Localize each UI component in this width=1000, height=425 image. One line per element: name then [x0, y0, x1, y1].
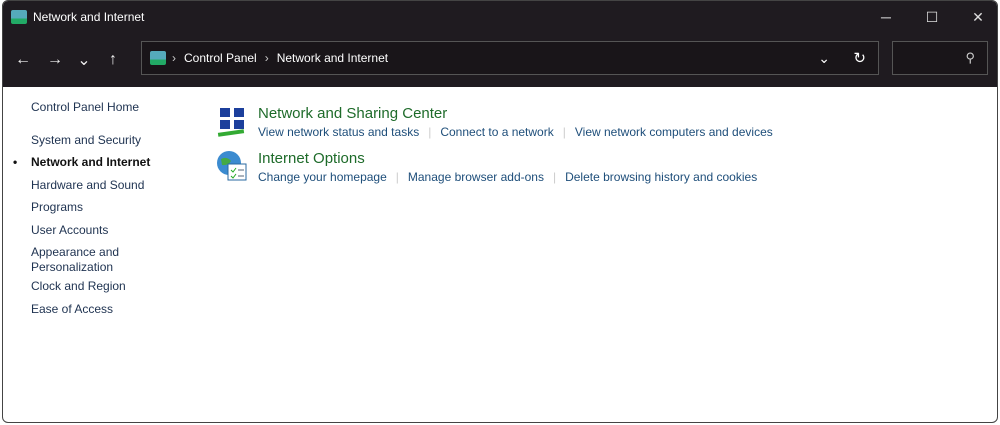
sidebar-item-ease-of-access[interactable]: Ease of Access: [31, 302, 150, 325]
chevron-right-icon: ›: [172, 51, 176, 65]
change-homepage-link[interactable]: Change your homepage: [258, 170, 387, 184]
sidebar-item-appearance[interactable]: Appearance and Personalization: [31, 245, 131, 279]
view-network-computers-link[interactable]: View network computers and devices: [575, 125, 773, 139]
category-internet-options: Internet Options Change your homepage | Ma…: [216, 150, 757, 184]
sidebar-item-hardware-and-sound[interactable]: Hardware and Sound: [31, 178, 150, 201]
sidebar-item-system-and-security[interactable]: System and Security: [31, 133, 150, 156]
network-and-sharing-center-link[interactable]: Network and Sharing Center: [258, 105, 773, 122]
address-bar[interactable]: › Control Panel › Network and Internet ⌄…: [141, 41, 879, 75]
search-icon: ⚲: [965, 50, 975, 65]
sidebar-item-clock-and-region[interactable]: Clock and Region: [31, 279, 150, 302]
forward-button[interactable]: →: [39, 51, 71, 69]
sidebar-item-network-and-internet: Network and Internet: [13, 155, 150, 178]
maximize-button[interactable]: ☐: [909, 1, 955, 33]
sidebar: Control Panel Home System and Security N…: [13, 100, 150, 325]
title-bar: Network and Internet ─ ☐ ✕: [3, 1, 997, 33]
search-input[interactable]: ⚲: [892, 41, 988, 75]
network-folder-icon: [11, 10, 27, 24]
sidebar-item-user-accounts[interactable]: User Accounts: [31, 223, 150, 246]
breadcrumb-network-and-internet[interactable]: Network and Internet: [277, 51, 388, 65]
recent-locations-button[interactable]: ⌄: [71, 50, 97, 70]
network-sharing-icon: [217, 108, 245, 137]
minimize-button[interactable]: ─: [863, 1, 909, 33]
connect-to-network-link[interactable]: Connect to a network: [440, 125, 553, 139]
internet-options-link[interactable]: Internet Options: [258, 150, 757, 167]
view-network-status-link[interactable]: View network status and tasks: [258, 125, 419, 139]
delete-browsing-history-link[interactable]: Delete browsing history and cookies: [565, 170, 757, 184]
manage-addons-link[interactable]: Manage browser add-ons: [408, 170, 544, 184]
refresh-button[interactable]: ↻: [853, 49, 866, 67]
address-dropdown-button[interactable]: ⌄: [818, 50, 830, 67]
internet-options-icon: [217, 151, 247, 181]
sidebar-item-control-panel-home[interactable]: Control Panel Home: [31, 100, 150, 123]
sidebar-item-programs[interactable]: Programs: [31, 200, 150, 223]
window-title: Network and Internet: [33, 10, 145, 24]
navigation-bar: ← → ⌄ ↑ › Control Panel › Network and In…: [3, 33, 997, 87]
close-button[interactable]: ✕: [955, 1, 997, 33]
window: Network and Internet ─ ☐ ✕ ← → ⌄ ↑ › Con…: [2, 0, 998, 423]
chevron-right-icon: ›: [264, 51, 269, 65]
back-button[interactable]: ←: [7, 51, 39, 69]
breadcrumb-control-panel[interactable]: Control Panel: [184, 51, 257, 65]
up-button[interactable]: ↑: [97, 51, 129, 69]
network-folder-icon: [150, 51, 166, 65]
category-network-and-sharing-center: Network and Sharing Center View network …: [216, 105, 773, 139]
